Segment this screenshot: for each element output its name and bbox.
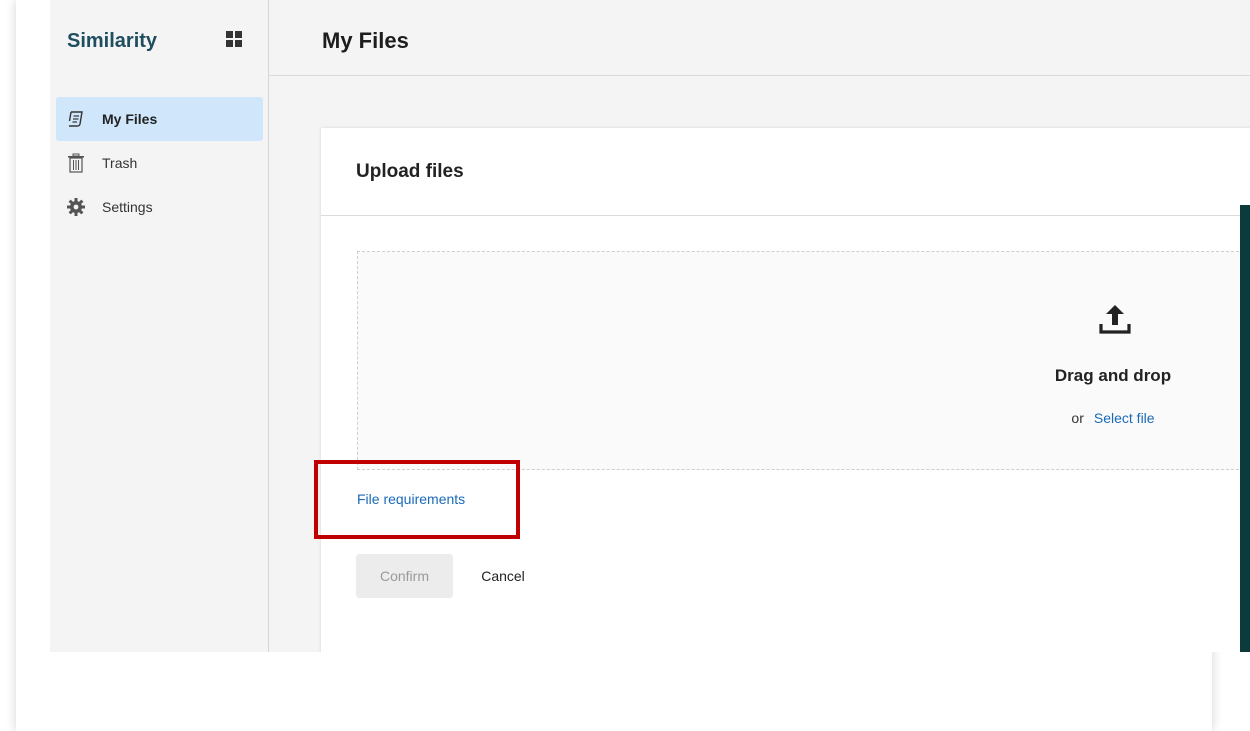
- trash-icon: [68, 153, 84, 173]
- or-text: or: [1071, 410, 1084, 426]
- sidebar-item-label: Settings: [102, 199, 153, 215]
- drag-drop-title: Drag and drop: [1054, 366, 1172, 385]
- gear-icon: [67, 198, 85, 216]
- sidebar-item-label: Trash: [102, 155, 138, 171]
- drop-subtext: or Select file: [1003, 410, 1223, 426]
- sidebar-nav: My Files Trash Settings: [56, 97, 263, 229]
- select-file-link[interactable]: Select file: [1094, 410, 1155, 426]
- right-edge-panel: [1240, 205, 1250, 652]
- upload-card-header: Upload files: [321, 128, 1250, 216]
- sidebar-item-my-files[interactable]: My Files: [56, 97, 263, 141]
- sidebar-item-label: My Files: [102, 111, 158, 127]
- top-header: My Files: [269, 0, 1250, 76]
- sidebar: Similarity My Files Trash Settings: [50, 0, 269, 652]
- page-title: My Files: [322, 28, 409, 53]
- confirm-button[interactable]: Confirm: [356, 554, 453, 598]
- drop-zone[interactable]: Drag and drop or Select file: [357, 251, 1250, 470]
- sidebar-item-settings[interactable]: Settings: [56, 185, 263, 229]
- brand-title: Similarity: [67, 30, 158, 52]
- file-requirements-link[interactable]: File requirements: [357, 491, 465, 507]
- upload-icon: [1099, 305, 1131, 334]
- file-list-icon: [68, 111, 83, 127]
- cancel-button[interactable]: Cancel: [468, 554, 538, 598]
- sidebar-item-trash[interactable]: Trash: [56, 141, 263, 185]
- apps-grid-icon[interactable]: [226, 31, 242, 47]
- app-window: Similarity My Files Trash Settings My Fi…: [50, 0, 1250, 652]
- upload-title: Upload files: [356, 161, 464, 182]
- upload-card: Upload files Drag and drop or Select file…: [314, 128, 1250, 652]
